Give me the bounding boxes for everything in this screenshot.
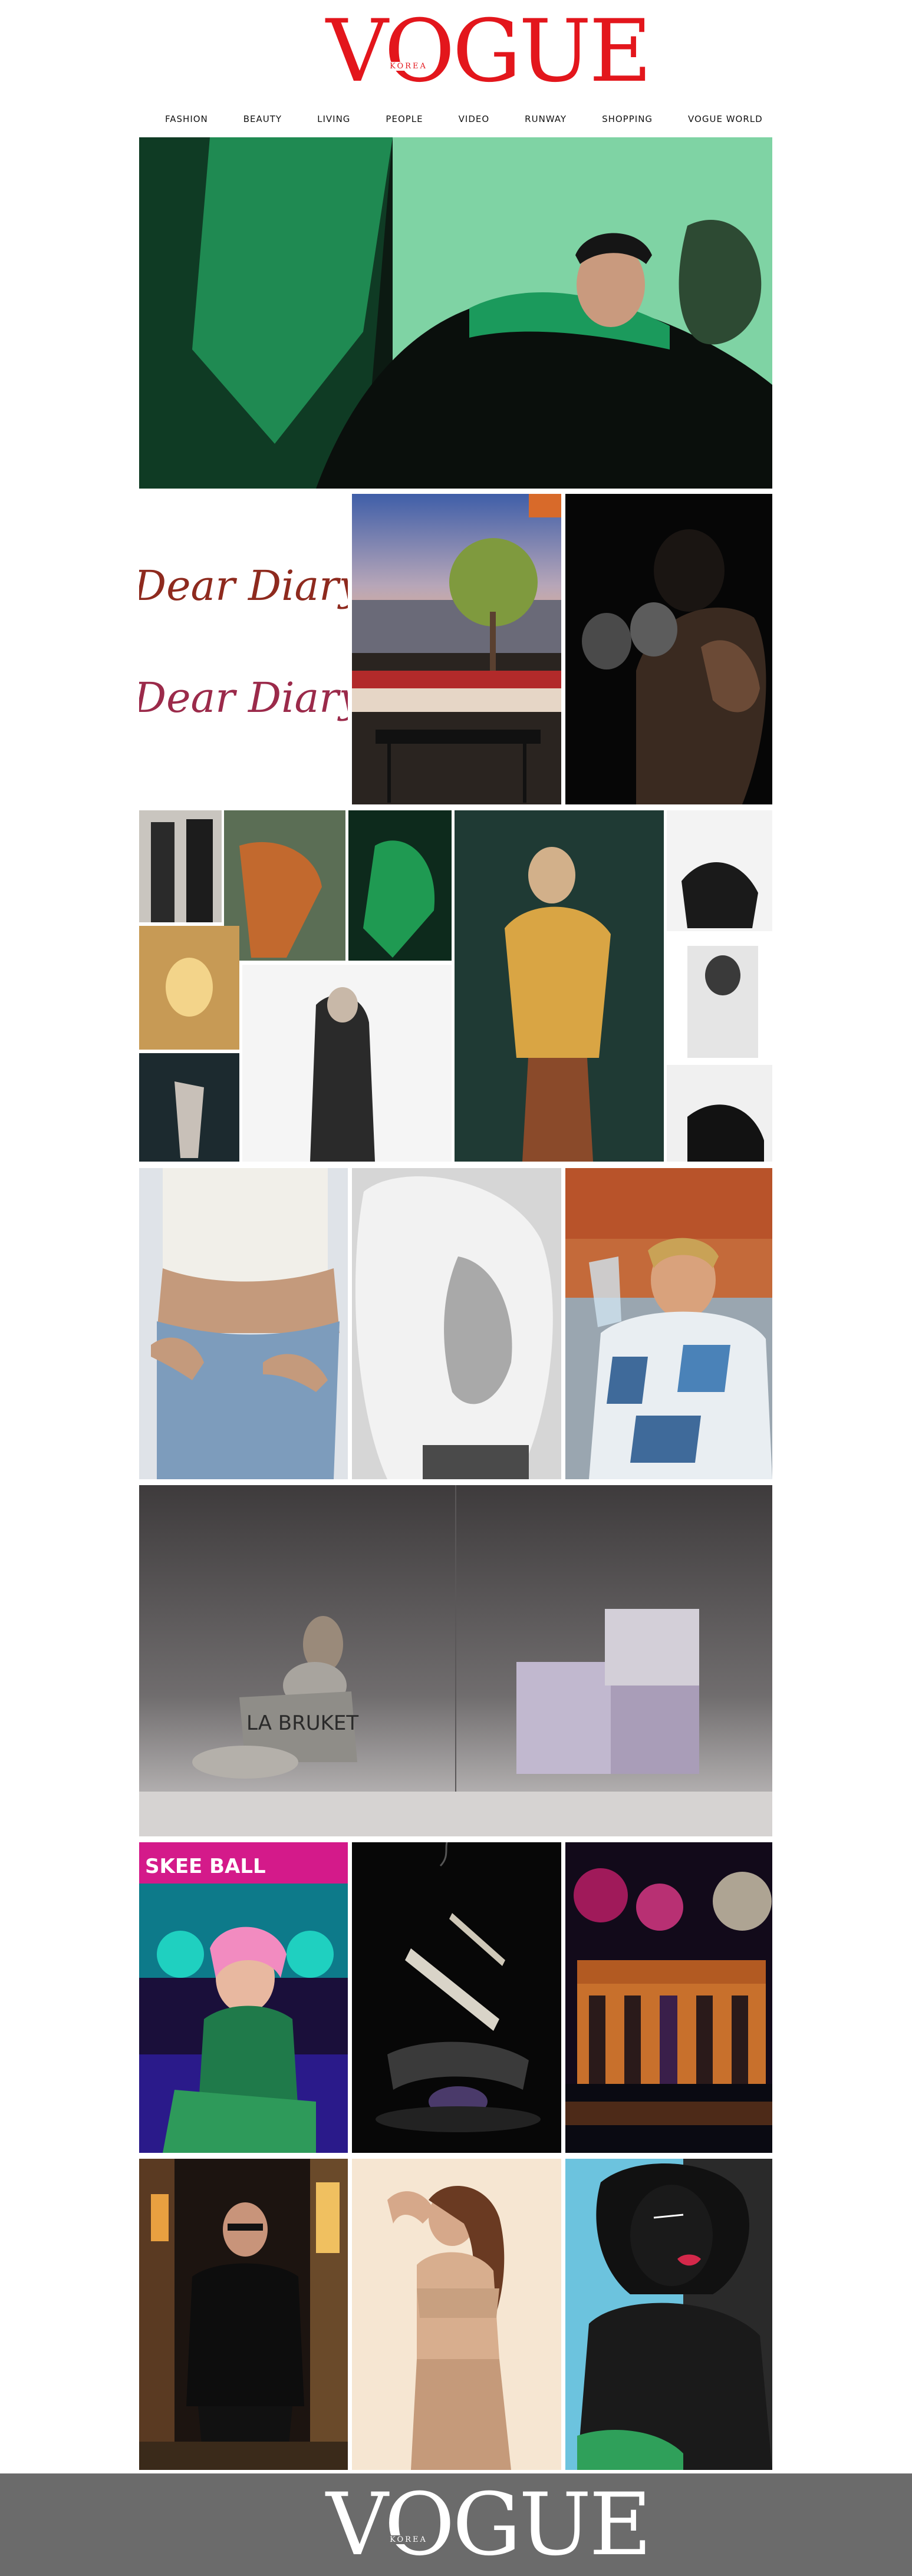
fireworks-image (565, 1842, 772, 2153)
designer-tile[interactable] (139, 2159, 348, 2470)
nav-item-video[interactable]: VIDEO (441, 112, 508, 126)
collage-image (139, 810, 772, 1162)
site-header: VOGUE KOREA FASHION BEAUTY LIVING PEOPLE… (0, 0, 912, 136)
designer-image (139, 2159, 348, 2470)
soap-image: LA BRUKET (139, 1485, 772, 1836)
dear-diary-text-2: Dear Diary (139, 674, 348, 722)
illustration-image (565, 2159, 772, 2470)
nav-item-shopping[interactable]: SHOPPING (584, 112, 670, 126)
soap-tile[interactable]: LA BRUKET (139, 1485, 772, 1836)
nav-item-living[interactable]: LIVING (299, 112, 368, 126)
arcade-tile[interactable]: SKEE BALL (139, 1842, 348, 2153)
jeans-tile[interactable] (139, 1168, 348, 1479)
collage-tile[interactable] (139, 810, 772, 1162)
nav-item-beauty[interactable]: BEAUTY (226, 112, 299, 126)
main-nav: FASHION BEAUTY LIVING PEOPLE VIDEO RUNWA… (147, 112, 765, 126)
footer-vogue-logo[interactable]: VOGUE KOREA (326, 2482, 652, 2568)
model-tile[interactable] (352, 2159, 561, 2470)
jeans-image (139, 1168, 348, 1479)
curly-hair-tile[interactable] (352, 1168, 561, 1479)
printed-shirt-tile[interactable] (565, 1168, 772, 1479)
fireworks-tile[interactable] (565, 1842, 772, 2153)
boxer-tile[interactable] (565, 494, 772, 804)
nav-item-vogue-world[interactable]: VOGUE WORLD (670, 112, 781, 126)
dear-diary-text-1: Dear Diary (139, 562, 348, 610)
dear-diary-tile[interactable]: Dear Diary Dear Diary (139, 494, 348, 804)
rooftop-tile[interactable] (352, 494, 561, 804)
arcade-image: SKEE BALL (139, 1842, 348, 2153)
incense-image (352, 1842, 561, 2153)
hero-image (139, 137, 772, 489)
nav-item-fashion[interactable]: FASHION (147, 112, 226, 126)
illustration-tile[interactable] (565, 2159, 772, 2470)
incense-tile[interactable] (352, 1842, 561, 2153)
curly-hair-image (352, 1168, 561, 1479)
logo-edition: KOREA (388, 62, 429, 71)
model-image (352, 2159, 561, 2470)
site-footer: VOGUE KOREA (0, 2473, 912, 2576)
nav-item-runway[interactable]: RUNWAY (507, 112, 584, 126)
rooftop-image (352, 494, 561, 804)
footer-logo-edition: KOREA (388, 2535, 429, 2544)
hero-image-tile[interactable] (139, 137, 772, 489)
vogue-logo[interactable]: VOGUE KOREA (326, 8, 652, 94)
footer-logo-wordmark: VOGUE (326, 2475, 652, 2575)
arcade-sign-text: SKEE BALL (145, 1855, 266, 1878)
printed-shirt-image (565, 1168, 772, 1479)
dear-diary-image: Dear Diary Dear Diary (139, 494, 348, 804)
nav-item-people[interactable]: PEOPLE (368, 112, 440, 126)
soap-brand-text: LA BRUKET (246, 1711, 358, 1735)
boxer-image (565, 494, 772, 804)
logo-wordmark: VOGUE (326, 1, 652, 101)
